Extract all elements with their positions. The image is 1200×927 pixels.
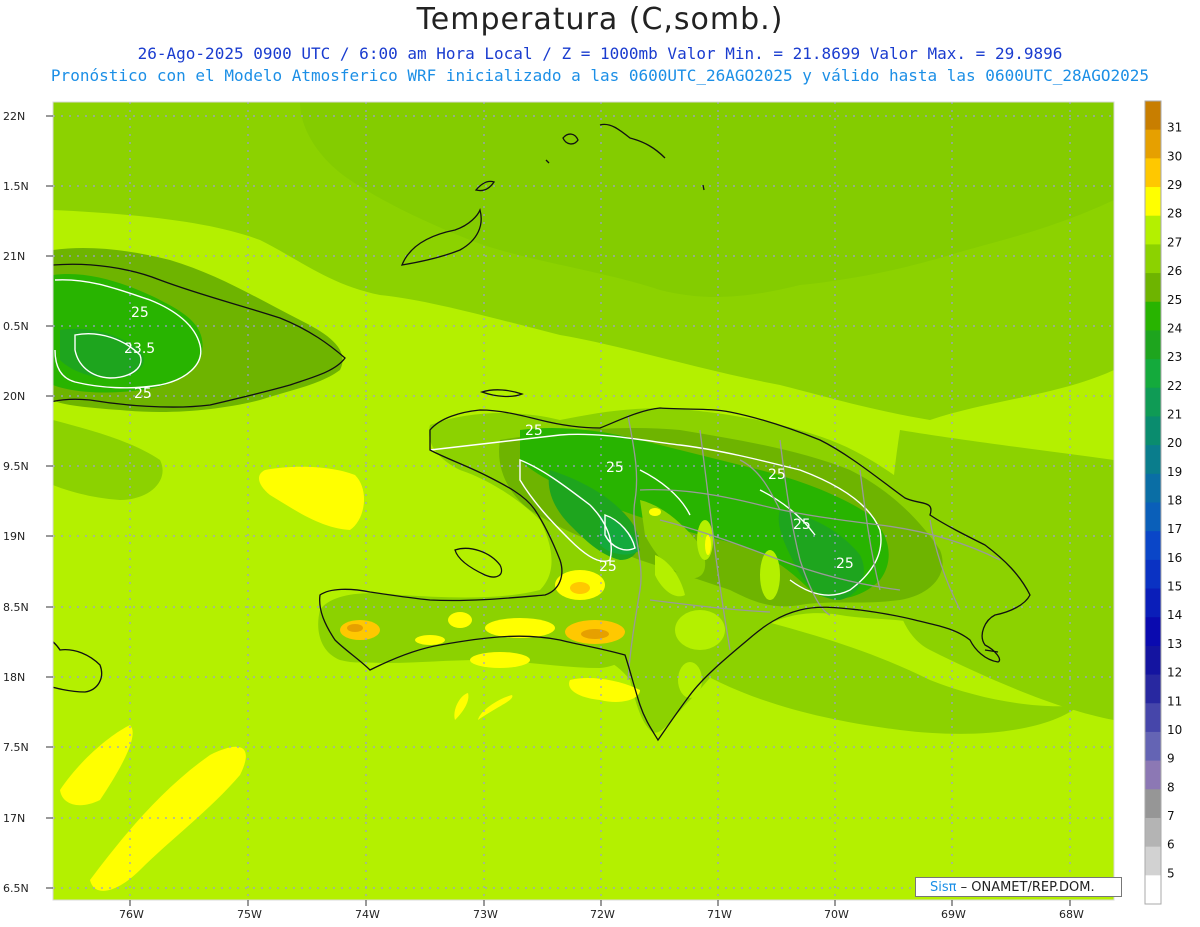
colorbar-label: 26 [1167, 264, 1182, 278]
colorbar-label: 19 [1167, 465, 1182, 479]
colorbar-swatch [1145, 588, 1161, 618]
colorbar-swatch [1145, 703, 1161, 733]
colorbar-swatch [1145, 187, 1161, 217]
lat-label: 8.5N [3, 601, 29, 614]
lat-axis: 22N 1.5N 21N 0.5N 20N 9.5N 19N 8.5N 18N … [3, 110, 53, 895]
colorbar-swatch [1145, 158, 1161, 188]
colorbar-swatch [1145, 416, 1161, 446]
colorbar-swatch [1145, 789, 1161, 819]
contour-label: 25 [525, 423, 543, 439]
colorbar-label: 13 [1167, 637, 1182, 651]
lon-label: 73W [473, 908, 498, 921]
colorbar-swatch [1145, 101, 1161, 131]
colorbar-swatch [1145, 244, 1161, 274]
colorbar-label: 24 [1167, 321, 1182, 335]
colorbar-label: 7 [1167, 809, 1175, 823]
colorbar-label: 21 [1167, 407, 1182, 421]
colorbar-label: 22 [1167, 379, 1182, 393]
colorbar-swatch [1145, 129, 1161, 159]
lat-label: 19N [3, 530, 25, 543]
credit-box: Sisπ – ONAMET/REP.DOM. [915, 877, 1122, 897]
lon-label: 72W [590, 908, 615, 921]
lat-label: 17N [3, 812, 25, 825]
credit-text: – ONAMET/REP.DOM. [960, 880, 1095, 895]
lon-label: 68W [1059, 908, 1084, 921]
contour-label: 25 [793, 517, 811, 533]
colorbar-swatch [1145, 359, 1161, 389]
colorbar-swatch [1145, 617, 1161, 647]
colorbar-swatch [1145, 301, 1161, 331]
lat-label: 1.5N [3, 180, 29, 193]
colorbar-swatch [1145, 273, 1161, 303]
lat-label: 6.5N [3, 882, 29, 895]
lon-label: 71W [707, 908, 732, 921]
colorbar-label: 8 [1167, 780, 1175, 794]
colorbar-label: 17 [1167, 522, 1182, 536]
colorbar-label: 5 [1167, 866, 1175, 880]
colorbar-swatch [1145, 330, 1161, 360]
colorbar-label: 31 [1167, 121, 1182, 135]
temperature-map: 25 23.5 25 25 25 25 25 25 25 22N 1.5N 21… [3, 100, 1182, 921]
contour-label: 23.5 [124, 341, 155, 357]
colorbar-swatch [1145, 760, 1161, 790]
colorbar-label: 23 [1167, 350, 1182, 364]
colorbar-label: 27 [1167, 235, 1182, 249]
colorbar-swatch [1145, 559, 1161, 590]
lon-axis: 76W 75W 74W 73W 72W 71W 70W 69W 68W [119, 900, 1084, 921]
lat-label: 22N [3, 110, 25, 123]
colorbar-label: 9 [1167, 752, 1175, 766]
colorbar-swatch [1145, 473, 1161, 503]
colorbar-swatch [1145, 387, 1161, 417]
colorbar-label: 25 [1167, 293, 1182, 307]
colorbar-swatch [1145, 215, 1161, 245]
lat-label: 9.5N [3, 460, 29, 473]
map-field: 25 23.5 25 25 25 25 25 25 25 [53, 102, 1114, 900]
colorbar-swatch [1145, 645, 1161, 676]
contour-label: 25 [131, 305, 149, 321]
colorbar-swatch [1145, 817, 1161, 848]
colorbar: 31 30 29 28 27 26 25 24 23 22 21 20 19 18 17 16 15 14 13 12… [1144, 100, 1182, 905]
colorbar-swatch [1145, 531, 1161, 561]
lat-label: 0.5N [3, 320, 29, 333]
lon-label: 70W [824, 908, 849, 921]
lon-label: 75W [237, 908, 262, 921]
sispi-logo: Sisπ [930, 880, 957, 895]
contour-label: 25 [599, 559, 617, 575]
lat-label: 21N [3, 250, 25, 263]
lat-label: 7.5N [3, 741, 29, 754]
lon-label: 74W [355, 908, 380, 921]
colorbar-label: 29 [1167, 178, 1182, 192]
colorbar-label: 10 [1167, 723, 1182, 737]
colorbar-label: 11 [1167, 694, 1182, 708]
lon-label: 76W [119, 908, 144, 921]
colorbar-label: 14 [1167, 608, 1182, 622]
colorbar-swatch [1145, 674, 1161, 704]
lat-label: 18N [3, 671, 25, 684]
colorbar-label: 20 [1167, 436, 1182, 450]
colorbar-swatch [1145, 731, 1161, 762]
colorbar-label: 15 [1167, 580, 1182, 594]
lon-label: 69W [941, 908, 966, 921]
colorbar-swatch [1145, 875, 1161, 905]
colorbar-swatch [1145, 502, 1161, 532]
colorbar-swatch [1145, 445, 1161, 475]
colorbar-label: 30 [1167, 149, 1182, 163]
colorbar-label: 6 [1167, 838, 1175, 852]
colorbar-label: 18 [1167, 494, 1182, 508]
contour-label: 25 [134, 386, 152, 402]
colorbar-label: 16 [1167, 551, 1182, 565]
contour-label: 25 [768, 467, 786, 483]
contour-label: 25 [836, 556, 854, 572]
colorbar-swatch [1145, 846, 1161, 876]
contour-label: 25 [606, 460, 624, 476]
lat-label: 20N [3, 390, 25, 403]
colorbar-label: 12 [1167, 666, 1182, 680]
colorbar-label: 28 [1167, 207, 1182, 221]
